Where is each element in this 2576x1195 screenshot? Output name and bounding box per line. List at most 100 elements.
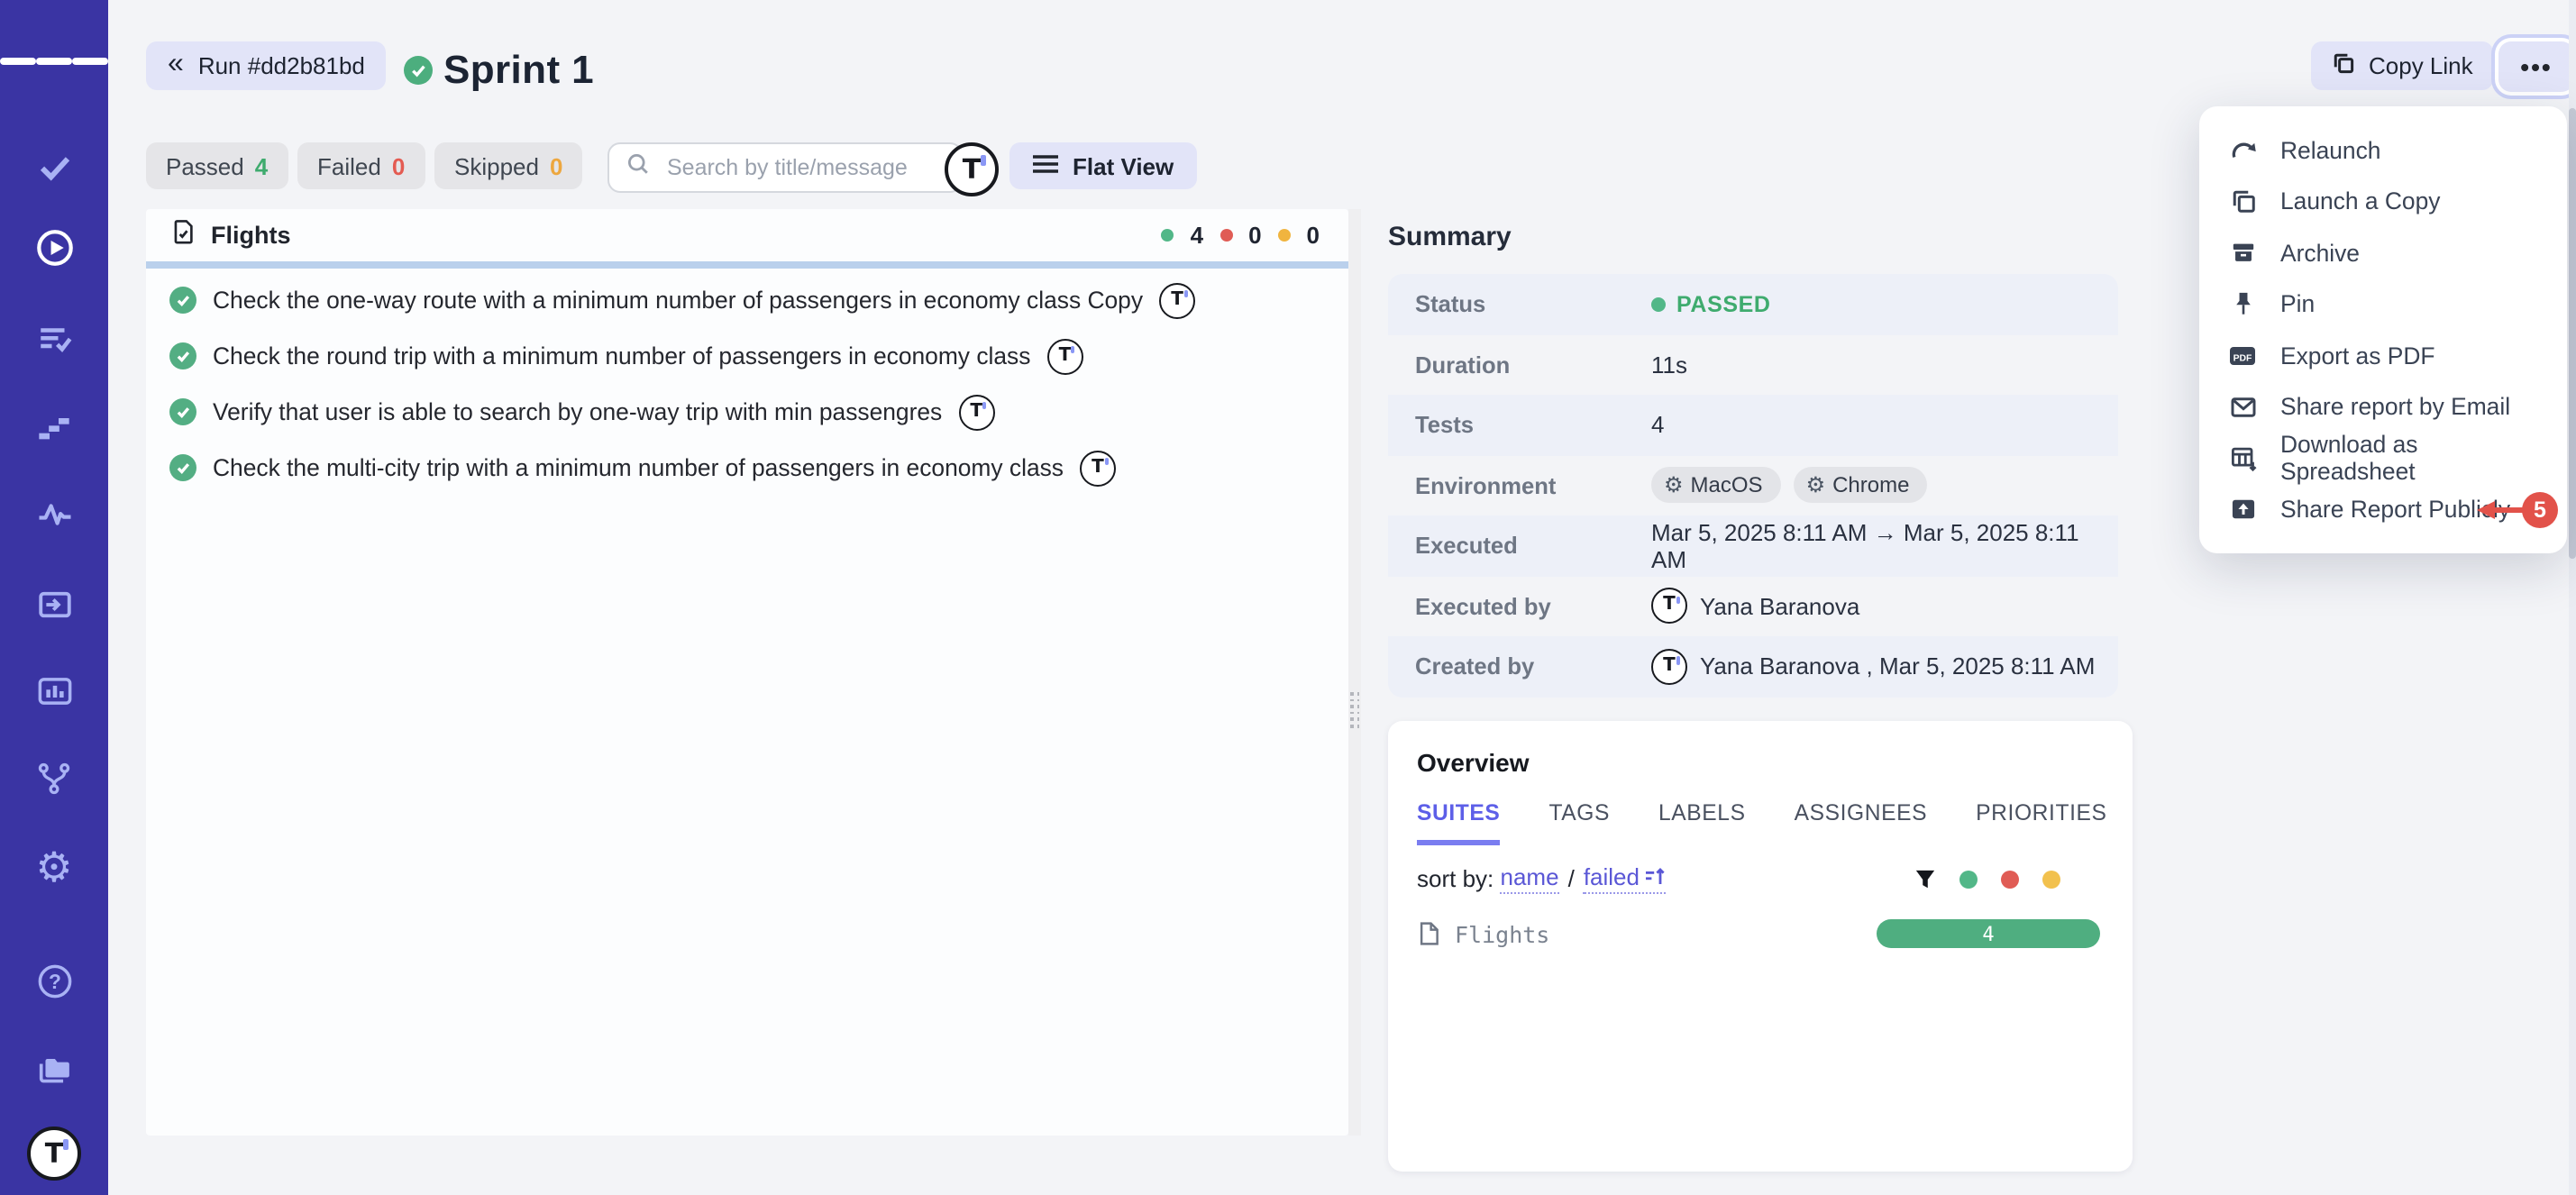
sign-in-icon[interactable]	[0, 580, 108, 627]
summary-table: Status PASSED Duration 11s Tests 4 Envir…	[1388, 274, 2118, 697]
test-list-panel: Flights 4 0 0 Check the one-way route wi…	[146, 209, 1348, 1136]
test-row[interactable]: Verify that user is able to search by on…	[146, 388, 1348, 436]
back-to-run-button[interactable]: « Run #dd2b81bd	[146, 41, 387, 90]
passed-label: Passed	[166, 152, 244, 179]
search-field[interactable]	[607, 142, 963, 193]
menu-item-label: Export as PDF	[2280, 342, 2435, 369]
test-title[interactable]: Check the one-way route with a minimum n…	[213, 287, 1143, 314]
menu-item-label: Pin	[2280, 291, 2315, 318]
projects-folder-icon[interactable]	[0, 1045, 108, 1092]
test-row[interactable]: Check the round trip with a minimum numb…	[146, 332, 1348, 380]
activity-pulse-icon[interactable]	[0, 490, 108, 537]
search-input[interactable]	[663, 153, 945, 182]
overview-tabs: SUITES TAGS LABELS ASSIGNEES PRIORITIES	[1417, 800, 2104, 845]
overview-suite-row[interactable]: Flights 4	[1417, 919, 2104, 948]
branch-icon[interactable]	[0, 755, 108, 802]
passed-bar[interactable]: 4	[1877, 919, 2100, 948]
menu-item-archive[interactable]: Archive	[2199, 227, 2567, 278]
hamburger-menu-icon[interactable]	[0, 38, 108, 85]
user-avatar-icon: T	[1651, 649, 1687, 685]
gear-icon[interactable]: ⚙	[0, 844, 108, 890]
skipped-count: 0	[550, 152, 562, 179]
help-icon[interactable]: ?	[0, 957, 108, 1004]
legend-skipped-dot-icon[interactable]	[2042, 870, 2060, 888]
suite-skipped-count: 0	[1307, 222, 1320, 249]
legend-passed-dot-icon[interactable]	[1959, 870, 1978, 888]
test-row[interactable]: Check the multi-city trip with a minimum…	[146, 443, 1348, 492]
scrollbar-thumb[interactable]	[2568, 108, 2576, 559]
skipped-dot-icon	[1278, 229, 1291, 242]
created-by-value: Yana Baranova , Mar 5, 2025 8:11 AM	[1700, 653, 2095, 680]
test-passed-icon	[169, 342, 196, 369]
share-publicly-icon	[2228, 498, 2257, 522]
legend-failed-dot-icon[interactable]	[2001, 870, 2019, 888]
more-actions-button[interactable]: •••	[2498, 41, 2574, 92]
suite-header[interactable]: Flights 4 0 0	[146, 209, 1348, 261]
play-circle-icon[interactable]	[0, 223, 108, 270]
menu-item-launch-a-copy[interactable]: Launch a Copy	[2199, 176, 2567, 227]
menu-item-export-pdf[interactable]: PDF Export as PDF	[2199, 330, 2567, 381]
filter-skipped-button[interactable]: Skipped 0	[434, 142, 582, 189]
summary-row-tests: Tests 4	[1388, 395, 2118, 455]
failed-label: Failed	[317, 152, 381, 179]
status-label: Status	[1388, 291, 1651, 318]
test-title[interactable]: Check the round trip with a minimum numb…	[213, 342, 1030, 369]
test-title[interactable]: Check the multi-city trip with a minimum…	[213, 454, 1064, 481]
back-run-label: Run #dd2b81bd	[198, 52, 365, 79]
pin-icon	[2228, 291, 2257, 318]
environment-label: Environment	[1388, 472, 1651, 499]
test-row[interactable]: Check the one-way route with a minimum n…	[146, 276, 1348, 324]
testomat-run-icon: T	[1080, 450, 1116, 486]
skipped-label: Skipped	[454, 152, 539, 179]
tab-priorities[interactable]: PRIORITIES	[1976, 800, 2106, 845]
panel-resizer-handle[interactable]	[1348, 209, 1361, 1136]
summary-row-environment: Environment ⚙MacOS ⚙Chrome	[1388, 455, 2118, 515]
test-title[interactable]: Verify that user is able to search by on…	[213, 398, 942, 425]
summary-row-duration: Duration 11s	[1388, 334, 2118, 395]
menu-item-label: Share report by Email	[2280, 394, 2510, 421]
copy-link-button[interactable]: Copy Link	[2311, 41, 2493, 90]
testomat-run-icon: T	[1159, 282, 1195, 318]
menu-item-pin[interactable]: Pin	[2199, 278, 2567, 330]
executed-label: Executed	[1388, 533, 1651, 560]
environment-chip-os[interactable]: ⚙MacOS	[1651, 468, 1781, 504]
copy-link-label: Copy Link	[2369, 52, 2473, 79]
sidebar: ⚙ ? T	[0, 0, 108, 1195]
bar-chart-icon[interactable]	[0, 667, 108, 714]
created-by-label: Created by	[1388, 653, 1651, 680]
sort-by-name-link[interactable]: name	[1501, 863, 1559, 894]
copy-icon	[2331, 50, 2356, 81]
tab-labels[interactable]: LABELS	[1658, 800, 1746, 845]
flat-view-label: Flat View	[1073, 152, 1174, 179]
suite-divider	[146, 261, 1348, 269]
tab-assignees[interactable]: ASSIGNEES	[1795, 800, 1928, 845]
suite-failed-count: 0	[1248, 222, 1261, 249]
suite-name: Flights	[211, 222, 291, 249]
menu-item-relaunch[interactable]: Relaunch	[2199, 124, 2567, 176]
tab-suites[interactable]: SUITES	[1417, 800, 1500, 845]
menu-item-share-email[interactable]: Share report by Email	[2199, 381, 2567, 433]
page-scrollbar[interactable]	[2568, 0, 2576, 1195]
menu-item-share-publicly[interactable]: Share Report Publicly 5	[2199, 484, 2567, 535]
steps-icon[interactable]	[0, 404, 108, 451]
filter-failed-button[interactable]: Failed 0	[297, 142, 425, 189]
testomat-logo-icon[interactable]: T	[0, 1130, 108, 1177]
filter-passed-button[interactable]: Passed 4	[146, 142, 288, 189]
tab-tags[interactable]: TAGS	[1548, 800, 1610, 845]
menu-item-download-spreadsheet[interactable]: Download as Spreadsheet	[2199, 433, 2567, 484]
page-title: Sprint 1	[443, 47, 594, 94]
check-icon[interactable]	[0, 142, 108, 189]
test-passed-icon	[169, 454, 196, 481]
user-filter-avatar[interactable]: T	[945, 142, 999, 196]
tutorial-step-annotation: 5	[2477, 492, 2558, 528]
flat-view-button[interactable]: Flat View	[1009, 142, 1197, 189]
spreadsheet-icon	[2228, 445, 2257, 472]
summary-row-created-by: Created by T Yana Baranova , Mar 5, 2025 …	[1388, 636, 2118, 697]
sort-by-failed-link[interactable]: failed	[1584, 863, 1667, 894]
sort-by-label: sort by:	[1417, 865, 1494, 892]
funnel-filter-icon[interactable]	[1914, 868, 1936, 889]
passed-bar-count: 4	[1982, 922, 1994, 945]
tasks-list-icon[interactable]	[0, 315, 108, 362]
passed-count: 4	[255, 152, 268, 179]
environment-chip-browser[interactable]: ⚙Chrome	[1794, 468, 1928, 504]
